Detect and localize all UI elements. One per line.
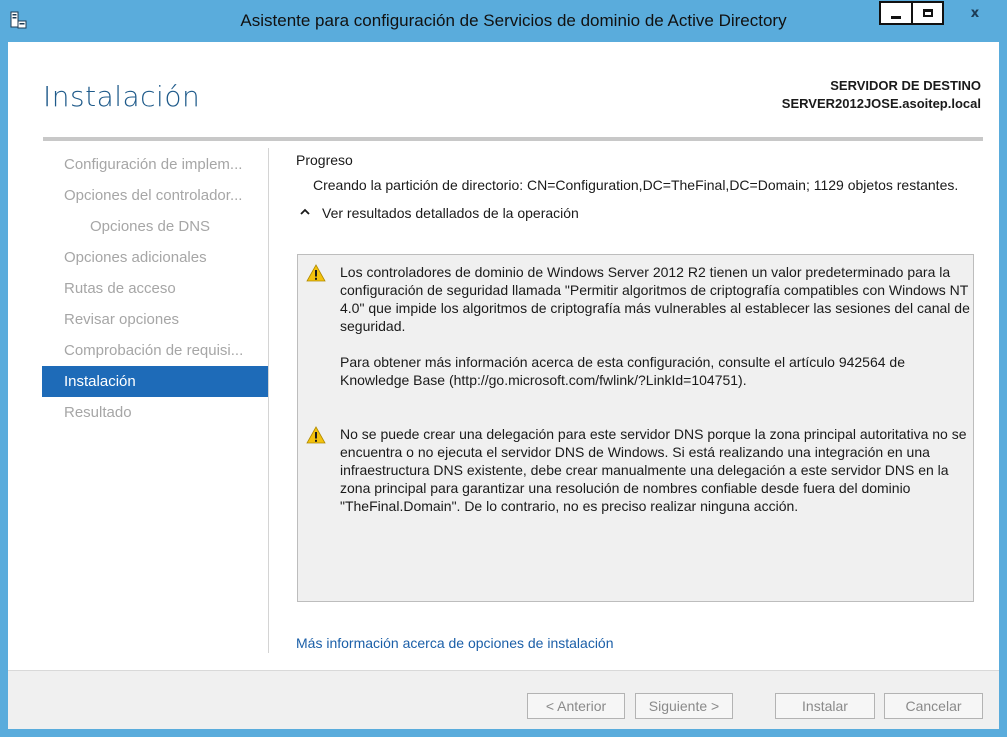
- progress-status-text: Creando la partición de directorio: CN=C…: [313, 177, 959, 193]
- next-button[interactable]: Siguiente >: [635, 693, 733, 719]
- content-pane: Progreso Creando la partición de directo…: [296, 150, 976, 224]
- wizard-window: Asistente para configuración de Servicio…: [0, 0, 1007, 737]
- destination-label: SERVIDOR DE DESTINO: [830, 78, 981, 93]
- detailed-results-panel[interactable]: Los controladores de dominio de Windows …: [297, 254, 974, 602]
- wizard-client-area: Instalación SERVIDOR DE DESTINO SERVER20…: [8, 42, 999, 729]
- nav-item-paths[interactable]: Rutas de acceso: [42, 273, 268, 304]
- nav-item-additional-options[interactable]: Opciones adicionales: [42, 242, 268, 273]
- header-divider: [43, 137, 983, 141]
- nav-item-review-options[interactable]: Revisar opciones: [42, 304, 268, 335]
- page-title: Instalación: [43, 80, 201, 113]
- nav-item-prerequisites-check[interactable]: Comprobación de requisi...: [42, 335, 268, 366]
- install-button[interactable]: Instalar: [775, 693, 875, 719]
- destination-server-info: SERVIDOR DE DESTINO SERVER2012JOSE.asoit…: [782, 77, 981, 113]
- nav-divider: [268, 148, 269, 653]
- window-title: Asistente para configuración de Servicio…: [240, 11, 787, 30]
- warning-text: Los controladores de dominio de Windows …: [340, 263, 970, 389]
- nav-item-results[interactable]: Resultado: [42, 397, 268, 428]
- warning-icon: [306, 426, 326, 444]
- nav-item-dns-options[interactable]: Opciones de DNS: [42, 211, 268, 242]
- details-toggle-label: Ver resultados detallados de la operació…: [322, 205, 579, 221]
- nav-item-installation[interactable]: Instalación: [42, 366, 268, 397]
- progress-heading: Progreso: [296, 152, 353, 168]
- maximize-icon: [922, 9, 933, 17]
- nav-item-dc-options[interactable]: Opciones del controlador...: [42, 180, 268, 211]
- wizard-footer: < Anterior Siguiente > Instalar Cancelar: [8, 670, 999, 729]
- warning-paragraph: No se puede crear una delegación para es…: [340, 426, 967, 514]
- warning-message-dns-delegation: No se puede crear una delegación para es…: [306, 425, 970, 515]
- minimize-icon: [891, 15, 901, 19]
- more-info-link[interactable]: Más información acerca de opciones de in…: [296, 635, 614, 651]
- title-bar[interactable]: Asistente para configuración de Servicio…: [0, 0, 1007, 42]
- warning-paragraph: Los controladores de dominio de Windows …: [340, 264, 970, 334]
- cancel-button[interactable]: Cancelar: [884, 693, 983, 719]
- nav-item-deployment-configuration[interactable]: Configuración de implem...: [42, 149, 268, 180]
- maximize-button[interactable]: [911, 1, 944, 25]
- close-icon: x: [970, 5, 980, 21]
- wizard-nav: Configuración de implem... Opciones del …: [42, 149, 268, 428]
- destination-server: SERVER2012JOSE.asoitep.local: [781, 96, 981, 111]
- back-button[interactable]: < Anterior: [527, 693, 625, 719]
- details-toggle[interactable]: Ver resultados detallados de la operació…: [300, 202, 976, 224]
- warning-message-crypto: Los controladores de dominio de Windows …: [306, 263, 970, 389]
- warning-text: No se puede crear una delegación para es…: [340, 425, 970, 515]
- warning-icon: [306, 264, 326, 282]
- close-button[interactable]: x: [947, 1, 1003, 25]
- minimize-button[interactable]: [879, 1, 911, 25]
- chevron-up-icon: [300, 208, 310, 215]
- warning-paragraph: Para obtener más información acerca de e…: [340, 354, 906, 388]
